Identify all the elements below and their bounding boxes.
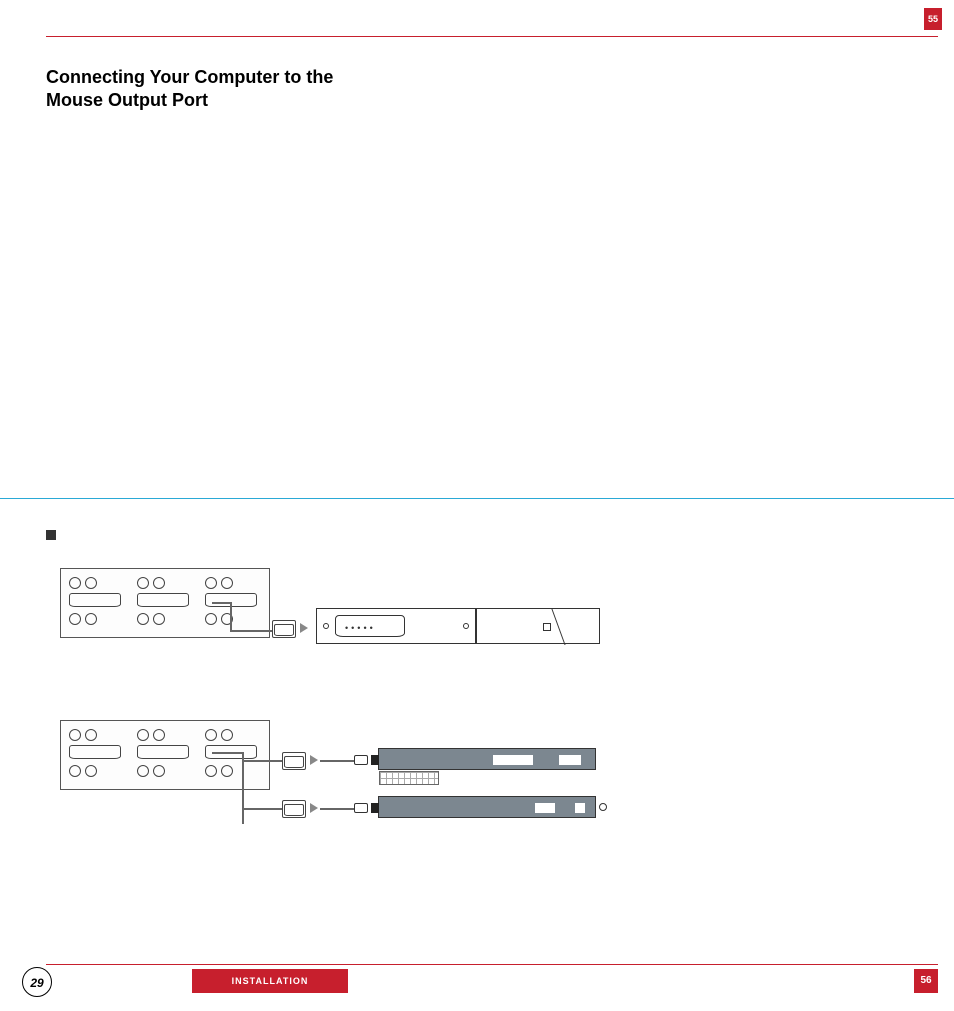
page-number-left-circle: 29 — [22, 967, 52, 997]
mouse-plug-icon — [354, 755, 368, 765]
cable-segment — [212, 602, 230, 604]
minidin-port-icon — [137, 577, 149, 589]
minidin-port-icon — [205, 577, 217, 589]
minidin-port-icon — [153, 765, 165, 777]
port-group-3 — [203, 727, 263, 785]
led-icon — [575, 803, 585, 813]
cable-nib-icon — [371, 755, 379, 765]
minidin-port-icon — [153, 613, 165, 625]
cable-nib-icon — [371, 803, 379, 813]
key-region-icon — [493, 755, 533, 765]
connector-shell-icon — [284, 756, 304, 768]
minidin-port-icon — [69, 729, 81, 741]
page-number-bottom-right: 56 — [914, 969, 938, 993]
screw-hole-icon — [323, 623, 329, 629]
port-hole-icon — [599, 803, 607, 811]
chassis-slot-icon — [543, 623, 551, 631]
serial-connector-icon — [282, 800, 306, 818]
port-group-2 — [135, 727, 195, 785]
key-region-icon — [559, 755, 581, 765]
chassis-edge-icon — [551, 609, 565, 645]
screw-hole-icon — [463, 623, 469, 629]
port-group-1 — [67, 727, 127, 785]
arrow-right-icon — [310, 803, 318, 813]
section-heading: Connecting Your Computer to the Mouse Ou… — [46, 66, 386, 111]
minidin-port-icon — [205, 729, 217, 741]
mid-divider — [0, 498, 954, 499]
minidin-port-icon — [69, 613, 81, 625]
minidin-port-icon — [221, 577, 233, 589]
dsub-port-icon — [137, 593, 189, 607]
pin-dots-icon: ••••• — [345, 623, 376, 633]
serial-connector-icon — [282, 752, 306, 770]
bullet-marker — [46, 530, 56, 540]
minidin-port-icon — [85, 577, 97, 589]
serial-connector-icon — [272, 620, 296, 638]
cable-segment — [320, 760, 354, 762]
footer-section-tab: INSTALLATION — [192, 969, 348, 993]
minidin-port-icon — [205, 765, 217, 777]
port-group-1 — [67, 575, 127, 633]
minidin-port-icon — [221, 765, 233, 777]
minidin-port-icon — [85, 765, 97, 777]
bottom-divider — [46, 964, 938, 965]
keyboard-device-icon — [378, 748, 596, 770]
minidin-port-icon — [69, 577, 81, 589]
cable-segment — [320, 808, 354, 810]
connector-shell-icon — [274, 624, 294, 636]
cable-segment — [242, 752, 244, 824]
pc-chassis-icon — [476, 608, 600, 644]
cable-segment — [242, 808, 282, 810]
cable-segment — [212, 752, 242, 754]
dsub-port-icon — [69, 593, 121, 607]
page-number-top-tab: 55 — [924, 8, 942, 30]
minidin-port-icon — [85, 729, 97, 741]
dsub-port-icon — [137, 745, 189, 759]
cable-segment — [242, 760, 282, 762]
arrow-right-icon — [310, 755, 318, 765]
dsub-port-icon — [69, 745, 121, 759]
keyboard-keys-icon — [379, 771, 439, 785]
button-icon — [535, 803, 555, 813]
minidin-port-icon — [153, 577, 165, 589]
minidin-port-icon — [221, 729, 233, 741]
arrow-right-icon — [300, 623, 308, 633]
projector-back-panel-bottom — [60, 720, 270, 790]
mouse-plug-icon — [354, 803, 368, 813]
computer-device-icon — [378, 796, 596, 818]
top-divider — [46, 36, 938, 37]
port-group-2 — [135, 575, 195, 633]
minidin-port-icon — [137, 613, 149, 625]
cable-segment — [230, 602, 232, 630]
connector-shell-icon — [284, 804, 304, 816]
pc-serial-port-icon: ••••• — [316, 608, 476, 644]
minidin-port-icon — [137, 729, 149, 741]
minidin-port-icon — [85, 613, 97, 625]
minidin-port-icon — [153, 729, 165, 741]
minidin-port-icon — [69, 765, 81, 777]
minidin-port-icon — [137, 765, 149, 777]
